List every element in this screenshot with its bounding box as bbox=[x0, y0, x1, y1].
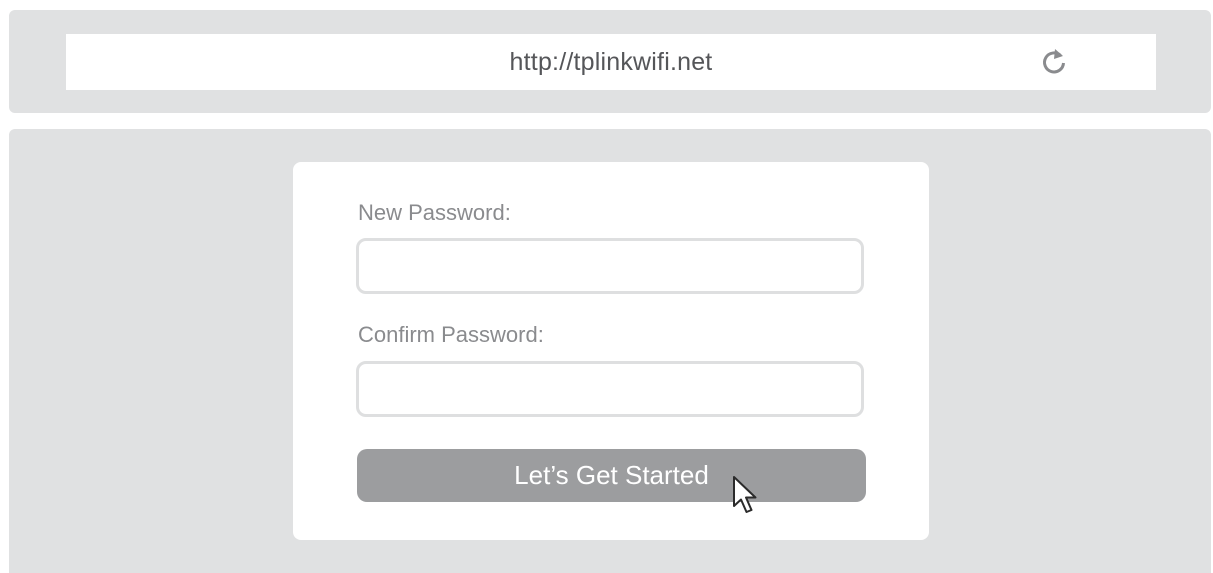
browser-content: New Password: Confirm Password: Let’s Ge… bbox=[9, 129, 1211, 573]
confirm-password-input[interactable] bbox=[356, 361, 864, 417]
page: http://tplinkwifi.net New Password: Conf… bbox=[0, 0, 1213, 573]
mouse-pointer-icon bbox=[733, 476, 757, 513]
url-text[interactable]: http://tplinkwifi.net bbox=[510, 48, 713, 77]
browser-toolbar: http://tplinkwifi.net bbox=[9, 10, 1211, 113]
lets-get-started-button[interactable]: Let’s Get Started bbox=[357, 449, 866, 502]
refresh-icon[interactable] bbox=[1038, 46, 1070, 78]
new-password-input[interactable] bbox=[356, 238, 864, 294]
address-bar[interactable]: http://tplinkwifi.net bbox=[66, 34, 1156, 90]
password-setup-card: New Password: Confirm Password: Let’s Ge… bbox=[293, 162, 929, 540]
confirm-password-label: Confirm Password: bbox=[358, 322, 544, 347]
lets-get-started-label: Let’s Get Started bbox=[514, 460, 709, 490]
new-password-label: New Password: bbox=[358, 200, 511, 225]
